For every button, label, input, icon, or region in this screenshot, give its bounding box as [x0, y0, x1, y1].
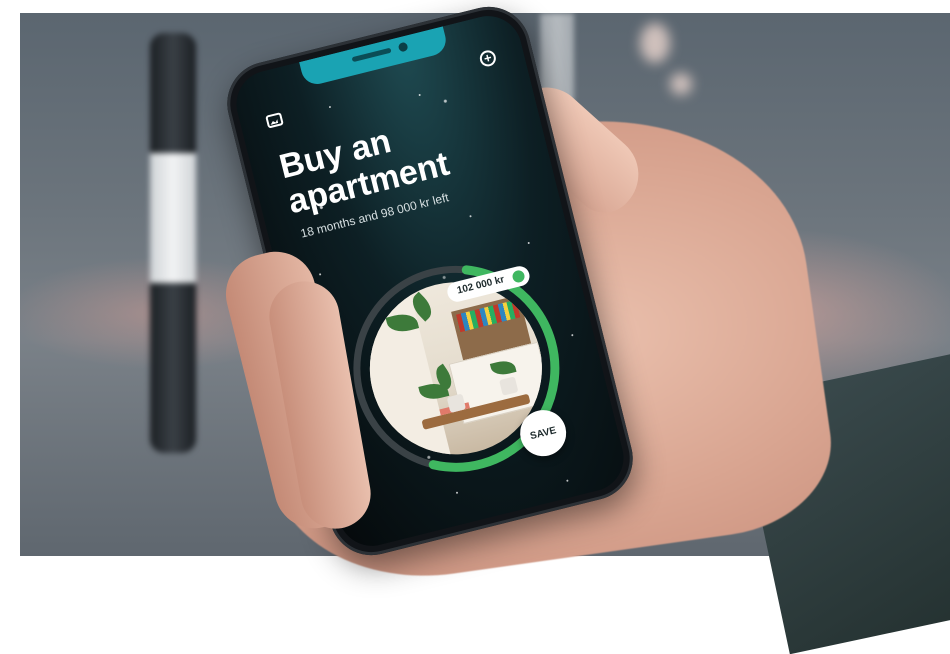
background-pole [150, 33, 196, 453]
status-dot [511, 269, 527, 284]
